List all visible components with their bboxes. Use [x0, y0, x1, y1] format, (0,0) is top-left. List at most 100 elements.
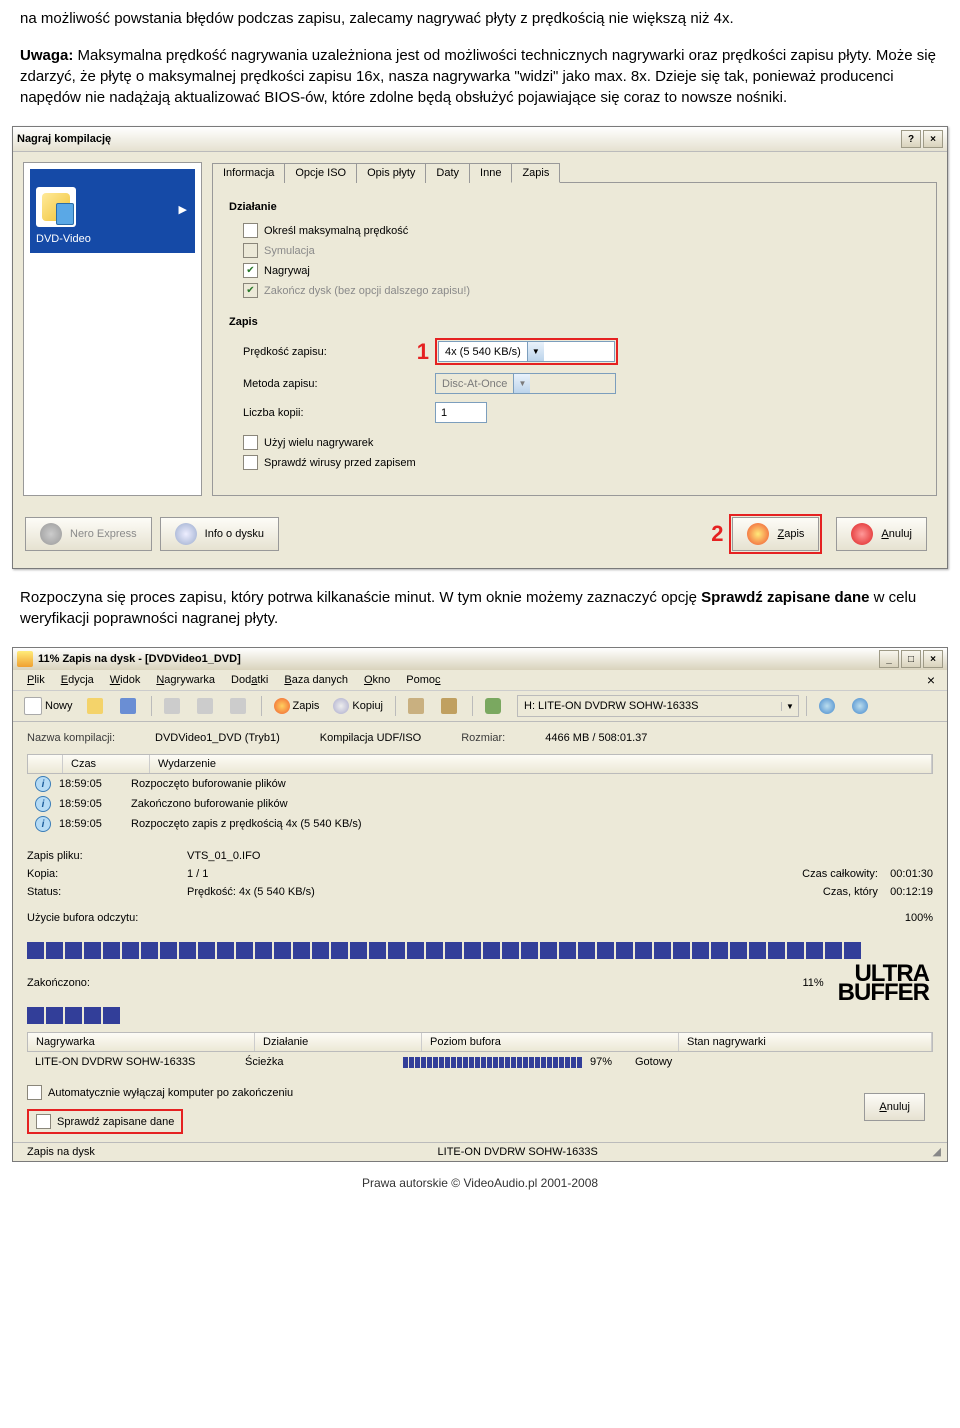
info-icon: i — [35, 796, 51, 812]
menu-plik[interactable]: Plik — [19, 672, 53, 688]
checkbox-virus-scan[interactable]: Sprawdź wirusy przed zapisem — [243, 455, 920, 470]
tab-opis-plyty[interactable]: Opis płyty — [356, 163, 426, 183]
dvd-video-mode[interactable]: ▶ DVD-Video — [30, 169, 195, 253]
info-icon: i — [35, 816, 51, 832]
event-row: i 18:59:05 Rozpoczęto zapis z prędkością… — [27, 814, 933, 834]
drive-icon — [485, 698, 501, 714]
menu-baza-danych[interactable]: Baza danych — [276, 672, 356, 688]
toolbar: Nowy Zapis Kopiuj H: LITE-ON DVDRW SOHW-… — [13, 691, 947, 722]
burn-compilation-dialog: Nagraj kompilację ? × ▶ DVD-Video Inform… — [12, 126, 948, 569]
mdi-close-button[interactable]: × — [921, 672, 941, 688]
paste-icon — [230, 698, 246, 714]
label-copies: Liczba kopii: — [243, 407, 403, 419]
tb-help2[interactable] — [847, 695, 876, 717]
chevron-down-icon[interactable]: ▼ — [527, 342, 544, 361]
annotation-marker-1: 1 — [403, 339, 429, 365]
tb-tool1[interactable] — [403, 695, 432, 717]
compilation-info-row: Nazwa kompilacji: DVDVideo1_DVD (Tryb1) … — [13, 722, 947, 754]
drive-selector[interactable]: H: LITE-ON DVDRW SOHW-1633S ▼ — [517, 695, 799, 717]
copies-input[interactable]: 1 — [435, 402, 487, 423]
tb-copy[interactable] — [192, 695, 221, 717]
tab-strip: Informacja Opcje ISO Opis płyty Daty Inn… — [212, 162, 937, 183]
tab-zapis[interactable]: Zapis — [511, 163, 560, 183]
label-write-method: Metoda zapisu: — [243, 378, 403, 390]
burn-button[interactable]: Zapis — [732, 517, 819, 551]
tab-informacja[interactable]: Informacja — [212, 163, 285, 183]
tb-cut[interactable] — [159, 695, 188, 717]
tb-help1[interactable] — [814, 695, 843, 717]
writer-table-header: Nagrywarka Działanie Poziom bufora Stan … — [27, 1032, 933, 1052]
tb-open[interactable] — [82, 695, 111, 717]
help-icon — [819, 698, 835, 714]
menu-nagrywarka[interactable]: Nagrywarka — [148, 672, 223, 688]
checkbox-simulation: Symulacja — [243, 243, 920, 258]
tool-icon — [441, 698, 457, 714]
menu-okno[interactable]: Okno — [356, 672, 398, 688]
dialog-titlebar[interactable]: Nagraj kompilację ? × — [13, 127, 947, 152]
new-icon — [24, 697, 42, 715]
tb-paste[interactable] — [225, 695, 254, 717]
write-progress — [13, 1005, 947, 1026]
compilation-type-pane: ▶ DVD-Video — [23, 162, 202, 496]
disc-info-button[interactable]: Info o dysku — [160, 517, 279, 551]
chevron-down-icon[interactable]: ▼ — [781, 702, 798, 711]
group-write: Zapis — [229, 316, 920, 328]
app-icon — [17, 651, 33, 667]
open-icon — [87, 698, 103, 714]
checkbox-max-speed[interactable]: Określ maksymalną prędkość — [243, 223, 920, 238]
copy-disc-icon — [333, 698, 349, 714]
status-bar: Zapis na dysk LITE-ON DVDRW SOHW-1633S ◢ — [13, 1142, 947, 1161]
tab-daty[interactable]: Daty — [425, 163, 470, 183]
checkbox-write[interactable]: ✔Nagrywaj — [243, 263, 920, 278]
checkbox-verify-data[interactable]: Sprawdź zapisane dane — [36, 1114, 174, 1129]
article-paragraph-1: na możliwość powstania błędów podczas za… — [0, 0, 960, 37]
tb-drive-icon[interactable] — [480, 695, 509, 717]
tb-new[interactable]: Nowy — [19, 694, 78, 718]
maximize-button[interactable]: □ — [901, 650, 921, 668]
writer-row: LITE-ON DVDRW SOHW-1633S Ścieżka 97% Got… — [27, 1052, 933, 1072]
tab-inne[interactable]: Inne — [469, 163, 512, 183]
tb-tool2[interactable] — [436, 695, 465, 717]
chevron-right-icon: ▶ — [179, 203, 187, 216]
menu-pomoc[interactable]: Pomoc — [398, 672, 448, 688]
close-button[interactable]: × — [923, 650, 943, 668]
burn-icon — [747, 523, 769, 545]
checkbox-auto-shutdown[interactable]: Automatycznie wyłączaj komputer po zakoń… — [27, 1085, 864, 1100]
copyright: Prawa autorskie © VideoAudio.pl 2001-200… — [0, 1172, 960, 1194]
cancel-button[interactable]: Anuluj — [836, 517, 927, 551]
event-row: i 18:59:05 Rozpoczęto buforowanie plików — [27, 774, 933, 794]
cancel-burn-button[interactable]: Anuluj — [864, 1093, 925, 1121]
group-action: Działanie — [229, 201, 920, 213]
buffer-progress — [13, 940, 947, 961]
window-titlebar[interactable]: 11% Zapis na dysk - [DVDVideo1_DVD] _ □ … — [13, 648, 947, 670]
tb-copy-disc[interactable]: Kopiuj — [328, 695, 388, 717]
checkbox-finalize: ✔Zakończ dysk (bez opcji dalszego zapisu… — [243, 283, 920, 298]
info-icon — [852, 698, 868, 714]
close-button[interactable]: × — [923, 130, 943, 148]
menu-dodatki[interactable]: Dodatki — [223, 672, 276, 688]
disc-info-icon — [175, 523, 197, 545]
tool-icon — [408, 698, 424, 714]
cancel-icon — [851, 523, 873, 545]
write-speed-dropdown[interactable]: 4x (5 540 KB/s) ▼ — [438, 341, 615, 362]
menu-bar: Plik Edycja Widok Nagrywarka Dodatki Baz… — [13, 670, 947, 691]
save-icon — [120, 698, 136, 714]
event-log-header: Czas Wydarzenie — [27, 754, 933, 774]
burn-icon — [274, 698, 290, 714]
tb-burn[interactable]: Zapis — [269, 695, 325, 717]
chevron-down-icon: ▼ — [513, 374, 530, 393]
menu-widok[interactable]: Widok — [102, 672, 149, 688]
label-write-speed: Prędkość zapisu: — [243, 346, 403, 358]
copy-icon — [197, 698, 213, 714]
cut-icon — [164, 698, 180, 714]
nero-express-icon — [40, 523, 62, 545]
tb-save[interactable] — [115, 695, 144, 717]
dvd-video-icon — [36, 187, 76, 227]
menu-edycja[interactable]: Edycja — [53, 672, 102, 688]
tab-opcje-iso[interactable]: Opcje ISO — [284, 163, 357, 183]
minimize-button[interactable]: _ — [879, 650, 899, 668]
nero-express-button: Nero Express — [25, 517, 152, 551]
checkbox-multi-recorder[interactable]: Użyj wielu nagrywarek — [243, 435, 920, 450]
status-panel: Zapis pliku:VTS_01_0.IFO Kopia:1 / 1 Cza… — [13, 834, 947, 940]
help-button[interactable]: ? — [901, 130, 921, 148]
